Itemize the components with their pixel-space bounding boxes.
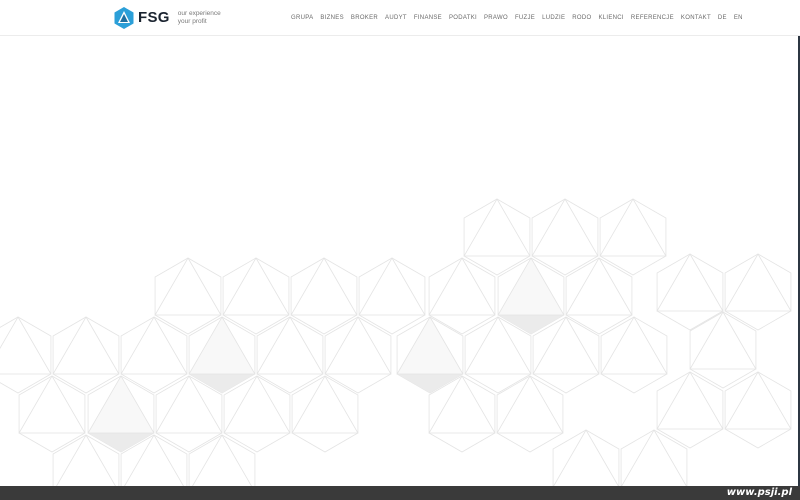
hexagon-shape [18,375,86,453]
fsg-logo-icon [114,7,134,29]
nav-item-referencje[interactable]: REFERENCJE [631,13,674,23]
nav-item-ludzie[interactable]: LUDZIE [542,13,565,23]
nav-item-klienci[interactable]: KLIENCI [598,13,623,23]
nav-item-kontakt[interactable]: KONTAKT [681,13,711,23]
hexagon-shape [552,429,620,486]
hexagon-shape [154,257,222,335]
nav-item-grupa[interactable]: GRUPA [291,13,313,23]
hexagon-shape [188,434,256,486]
tagline-line-2: your profit [177,18,207,25]
watermark-text: www.psji.pl [726,487,792,498]
nav-item-biznes[interactable]: BIZNES [320,13,343,23]
hexagon-shape [531,198,599,276]
tagline-line-1: our experience [177,10,221,17]
hexagon-shape [620,429,688,486]
nav-item-finanse[interactable]: FINANSE [414,13,442,23]
logo[interactable]: FSG our experience your profit [114,7,221,29]
site-header: FSG our experience your profit GRUPA BIZ… [0,0,800,36]
hexagon-shape [599,198,667,276]
nav-item-broker[interactable]: BROKER [351,13,378,23]
hexagon-shape [0,316,52,394]
hexagon-shape [724,371,792,449]
nav-item-podatki[interactable]: PODATKI [449,13,477,23]
hexagon-shape [656,253,724,331]
nav-item-de[interactable]: DE [718,13,727,23]
hexagon-shape [463,198,531,276]
hexagon-shape [222,257,290,335]
nav-item-audyt[interactable]: AUDYT [385,13,407,23]
hexagon-shape [358,257,426,335]
hexagon-background-pattern [0,198,792,486]
nav-item-rodo[interactable]: RODO [572,13,591,23]
nav-item-prawo[interactable]: PRAWO [484,13,508,23]
nav-item-en[interactable]: EN [734,13,743,23]
tagline: our experience your profit [178,10,221,26]
logo-text: FSG [138,9,170,26]
footer-bar: www.psji.pl [0,486,800,500]
hexagon-shape [656,371,724,449]
hexagon-shape [290,257,358,335]
hexagon-shape [600,316,668,394]
hexagon-shape [52,316,120,394]
nav-item-fuzje[interactable]: FUZJE [515,13,535,23]
main-nav: GRUPA BIZNES BROKER AUDYT FINANSE PODATK… [291,13,750,23]
